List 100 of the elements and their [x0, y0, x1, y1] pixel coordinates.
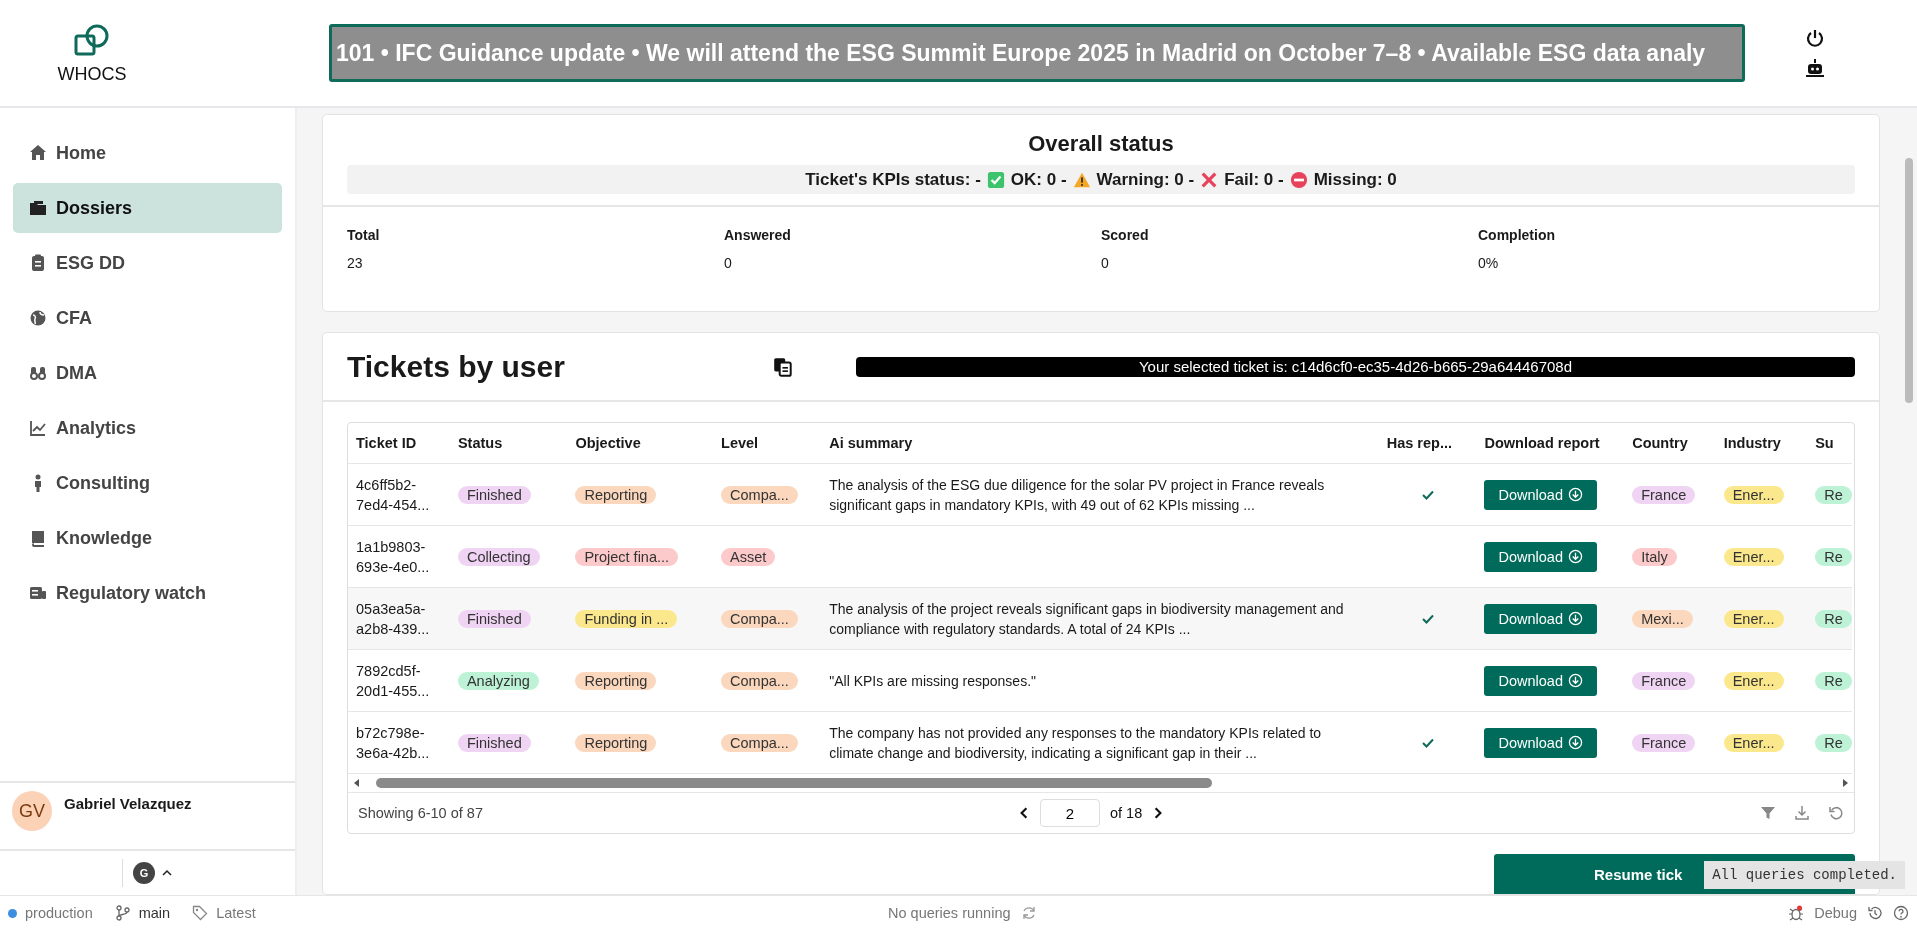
- account-badge: G: [133, 862, 155, 884]
- tag: Ener...: [1723, 609, 1784, 628]
- kpi-label: Ticket's KPIs status: -: [805, 169, 981, 190]
- tag: Finished: [457, 485, 531, 504]
- column-header[interactable]: Industry: [1715, 423, 1808, 464]
- download-circle-icon: [1567, 735, 1583, 750]
- download-button[interactable]: Download: [1484, 603, 1597, 634]
- status-dot-icon: [8, 908, 17, 918]
- tag: Ener...: [1723, 547, 1784, 566]
- branch-label[interactable]: main: [138, 905, 171, 921]
- tag: Analyzing: [457, 671, 539, 690]
- kpi-count: Warning: 0 -: [1096, 169, 1195, 190]
- column-header[interactable]: Ticket ID: [348, 423, 450, 464]
- tag: Collecting: [457, 547, 540, 566]
- tag: Finished: [457, 609, 531, 628]
- debug-label[interactable]: Debug: [1814, 905, 1857, 921]
- download-icon[interactable]: [1794, 805, 1810, 821]
- column-header[interactable]: Su: [1807, 423, 1852, 464]
- column-header[interactable]: Level: [713, 423, 822, 464]
- download-circle-icon: [1567, 549, 1583, 564]
- sidebar-item[interactable]: Analytics: [13, 403, 282, 453]
- sidebar-item[interactable]: CFA: [13, 293, 282, 343]
- tag: Compa...: [721, 485, 798, 504]
- stat-value: 0%: [1478, 255, 1500, 271]
- table-cell-text: The company has not provided any responses to the mandatory KPIs related to climate change and biodiversity, indicating a significant gap in their ...: [829, 723, 1323, 763]
- logo-text: WHOCS: [57, 63, 127, 85]
- house-icon: [28, 143, 48, 163]
- stat-label: Scored: [1101, 227, 1150, 243]
- selected-ticket-banner: Your selected ticket is: c14d6cf0-ec35-4d26-b665-29a64446708d: [856, 356, 1855, 377]
- line-chart-icon: [28, 418, 48, 438]
- power-icon[interactable]: [1805, 28, 1825, 48]
- filter-icon[interactable]: [1760, 805, 1776, 821]
- globe-icon: [28, 308, 48, 328]
- tag: Funding in ...: [575, 609, 678, 628]
- cross-icon: [1200, 170, 1219, 189]
- kpi-count: Missing: 0: [1313, 169, 1397, 190]
- folder-icon: [28, 198, 48, 218]
- check-icon: [986, 170, 1005, 189]
- download-button[interactable]: Download: [1484, 665, 1597, 696]
- tag-label[interactable]: Latest: [216, 905, 256, 921]
- tag: Re: [1815, 671, 1852, 690]
- table-cell-text: The analysis of the ESG due diligence for the solar PV project in France reveals significant gaps in mandatory KPIs, with 49 out of 62 KPIs missing ...: [829, 475, 1326, 515]
- download-button[interactable]: Download: [1484, 479, 1597, 510]
- refresh-icon[interactable]: [1020, 905, 1037, 921]
- page-field[interactable]: 2: [1040, 799, 1100, 827]
- sidebar-item[interactable]: ESG DD: [13, 238, 282, 288]
- tag: Re: [1815, 733, 1852, 752]
- tag: Re: [1815, 547, 1852, 566]
- previous-page-icon[interactable]: [1018, 807, 1030, 819]
- table-cell: b72c798e-3e6a-42b...: [348, 711, 450, 774]
- column-header[interactable]: Objective: [567, 423, 714, 464]
- robot-icon[interactable]: [1805, 58, 1825, 78]
- tag-icon: [192, 905, 209, 921]
- scrollbar-thumb[interactable]: [1905, 158, 1913, 403]
- copy-icon[interactable]: [772, 355, 794, 378]
- column-header[interactable]: Status: [449, 423, 568, 464]
- table-cell: 1a1b9803-693e-4e0...: [348, 525, 450, 588]
- stat-value: 23: [347, 255, 364, 271]
- sidebar-item[interactable]: Knowledge: [13, 513, 282, 563]
- scroll-right-icon[interactable]: [1840, 778, 1850, 788]
- tag: Compa...: [721, 609, 798, 628]
- download-circle-icon: [1567, 611, 1583, 626]
- table-cell: 7892cd5f-20d1-455...: [348, 649, 450, 712]
- environment-label[interactable]: production: [25, 905, 93, 921]
- sidebar-item[interactable]: Consulting: [13, 458, 282, 508]
- download-circle-icon: [1567, 487, 1583, 502]
- bug-icon: [1788, 905, 1805, 921]
- tag: France: [1632, 733, 1696, 752]
- account-button[interactable]: G: [122, 859, 173, 887]
- tag: France: [1632, 485, 1696, 504]
- tag: Ener...: [1723, 671, 1784, 690]
- kpi-count: OK: 0 -: [1010, 169, 1067, 190]
- page-count: of 18: [1110, 805, 1143, 821]
- sidebar-item[interactable]: DMA: [13, 348, 282, 398]
- no-entry-icon: [1289, 170, 1308, 189]
- help-icon[interactable]: [1893, 905, 1909, 921]
- table-cell-text: The analysis of the project reveals significant gaps in biodiversity management and compliance with regulatory standards. A total of 24 KPIs ...: [829, 599, 1345, 639]
- sidebar-item[interactable]: Dossiers: [13, 183, 282, 233]
- scrollbar-thumb[interactable]: [376, 778, 1212, 788]
- reset-icon[interactable]: [1828, 805, 1844, 821]
- scroll-left-icon[interactable]: [352, 778, 362, 788]
- column-header[interactable]: Ai summary: [821, 423, 1379, 464]
- download-button[interactable]: Download: [1484, 541, 1597, 572]
- tag: Reporting: [575, 733, 657, 752]
- download-button[interactable]: Download: [1484, 727, 1597, 758]
- tag: Ener...: [1723, 733, 1784, 752]
- tag: France: [1632, 671, 1696, 690]
- column-header[interactable]: Country: [1624, 423, 1716, 464]
- sidebar-item[interactable]: Home: [13, 128, 282, 178]
- table-cell-text: "All KPIs are missing responses.": [829, 671, 1037, 691]
- section-title: Tickets by user: [347, 349, 566, 384]
- history-icon[interactable]: [1867, 905, 1883, 921]
- kpi-count: Fail: 0 -: [1224, 169, 1284, 190]
- column-header[interactable]: Download report: [1476, 423, 1625, 464]
- sidebar-item[interactable]: Regulatory watch: [13, 568, 282, 618]
- column-header[interactable]: Has rep...: [1378, 423, 1477, 464]
- stat-label: Completion: [1478, 227, 1556, 243]
- tag: Reporting: [575, 671, 657, 690]
- tag: Reporting: [575, 485, 657, 504]
- tag: Asset: [721, 547, 776, 566]
